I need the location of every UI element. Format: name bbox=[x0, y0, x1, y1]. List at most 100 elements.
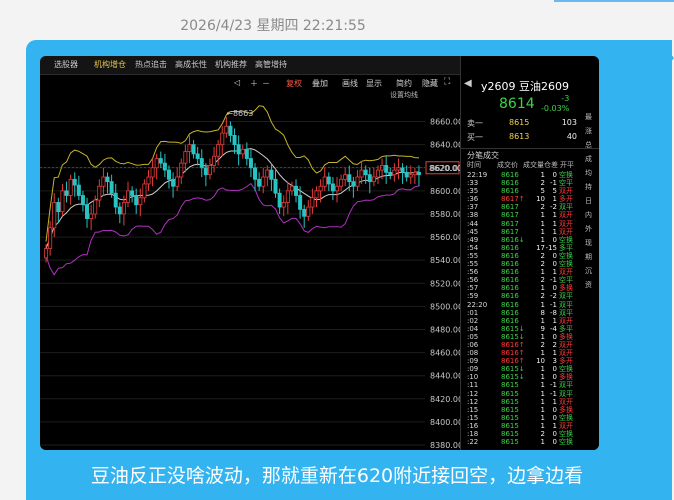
side-label: 期 bbox=[585, 253, 592, 261]
contract-code: y2609 bbox=[481, 80, 516, 93]
add-icon[interactable]: ＋ bbox=[250, 78, 258, 89]
tick-type: 双开 bbox=[559, 219, 573, 228]
tick-oi: 0 bbox=[552, 405, 557, 414]
candle-body bbox=[175, 176, 180, 187]
candle-body bbox=[203, 167, 208, 176]
col-oi: 仓差 bbox=[544, 161, 558, 169]
overlay-button[interactable]: 叠加 bbox=[312, 78, 328, 89]
tick-row: 22:20 8616 1 -1 双平 bbox=[461, 301, 599, 309]
tick-oi: -2 bbox=[550, 203, 557, 212]
candle-body bbox=[146, 176, 151, 185]
back-arrow-icon[interactable]: ◀ bbox=[464, 78, 472, 89]
candle-body bbox=[298, 195, 303, 210]
tick-row: :11 8615 1 -1 双平 bbox=[461, 381, 599, 389]
tick-volume: 1 bbox=[540, 438, 545, 447]
toolbar-item-growth[interactable]: 高成长性 bbox=[175, 59, 207, 70]
tick-row: :36 8617↑ 10 1 多开 bbox=[461, 195, 599, 203]
y-tick-label: 8640.00 bbox=[430, 141, 460, 150]
tick-type: 空换 bbox=[559, 235, 573, 244]
toolbar-item-exec-buy[interactable]: 高管增持 bbox=[255, 59, 287, 70]
display-button[interactable]: 显示 bbox=[366, 78, 382, 89]
order-book: 卖一 8615 103 买一 8613 40 bbox=[461, 118, 599, 146]
tick-list[interactable]: 22:19 8616 1 0 空换:33 8616 2 -1 空平:35 8616 5 5 双开:36 8… bbox=[461, 171, 599, 446]
y-tick-label: 8420.00 bbox=[430, 395, 460, 404]
tick-type: 多开 bbox=[559, 195, 573, 204]
tick-row: :09 8616↑ 10 3 多开 bbox=[461, 357, 599, 365]
candle-body bbox=[392, 169, 397, 176]
candle-body bbox=[68, 178, 73, 196]
candle-body bbox=[52, 202, 57, 229]
minus-icon[interactable]: － bbox=[262, 78, 270, 89]
tick-volume: 1 bbox=[540, 373, 545, 382]
tick-price: 8615 bbox=[501, 381, 519, 390]
simple-button[interactable]: 简约 bbox=[396, 78, 412, 89]
tick-time: :36 bbox=[467, 195, 479, 204]
trading-screenshot[interactable]: 选股器 机构增仓 热点追击 高成长性 机构推荐 高管增持 ◁ ＋ － 复权 叠加… bbox=[40, 56, 599, 450]
hide-button[interactable]: 隐藏 bbox=[422, 78, 438, 89]
tick-time: :18 bbox=[467, 430, 479, 438]
tick-volume: 10 bbox=[536, 357, 545, 366]
tick-oi: 1 bbox=[552, 195, 557, 204]
tick-time: :59 bbox=[467, 292, 479, 301]
tick-oi: 0 bbox=[552, 251, 557, 260]
tick-type: 双开 bbox=[559, 211, 573, 220]
candle-body bbox=[294, 185, 299, 196]
ask-label: 卖一 bbox=[467, 119, 483, 128]
candle-body bbox=[367, 174, 372, 183]
tick-price: 8616 bbox=[501, 260, 519, 269]
candle-body bbox=[56, 202, 61, 213]
tick-type: 多换 bbox=[559, 405, 573, 414]
col-type: 开平 bbox=[560, 161, 574, 169]
candle-body bbox=[44, 248, 49, 259]
tick-type: 双平 bbox=[559, 389, 573, 398]
ask-price: 8615 bbox=[509, 118, 530, 127]
quote-header: ◀ y2609 豆油2609 8614 -3 -0.03% bbox=[461, 74, 599, 116]
tick-price: 8615↓ bbox=[501, 332, 525, 341]
draw-line-button[interactable]: 画线 bbox=[342, 78, 358, 89]
tick-time: :35 bbox=[467, 187, 479, 196]
tick-time: :12 bbox=[467, 389, 479, 398]
candle-body bbox=[314, 190, 319, 199]
tick-volume: 5 bbox=[540, 187, 545, 196]
arrow-left-icon[interactable]: ◁ bbox=[234, 78, 240, 87]
candle-body bbox=[158, 158, 163, 164]
candle-body bbox=[162, 162, 167, 171]
candle-body bbox=[330, 183, 335, 192]
tick-row: :01 8616 8 -8 双平 bbox=[461, 309, 599, 317]
tick-type: 空换 bbox=[559, 438, 573, 447]
tick-volume: 1 bbox=[540, 389, 545, 398]
tick-type: 多换 bbox=[559, 373, 573, 382]
tick-type: 双开 bbox=[559, 187, 573, 196]
tick-oi: 1 bbox=[552, 397, 557, 406]
tick-row: :12 8615 1 -1 双平 bbox=[461, 390, 599, 398]
tick-price: 8616 bbox=[501, 300, 519, 309]
fuquan-button[interactable]: 复权 bbox=[286, 78, 302, 89]
tick-oi: 0 bbox=[552, 171, 557, 179]
tick-oi: 0 bbox=[552, 235, 557, 244]
toolbar-item-stock-picker[interactable]: 选股器 bbox=[54, 59, 78, 70]
toolbar-item-hot[interactable]: 热点追击 bbox=[135, 59, 167, 70]
tick-price: 8616 bbox=[501, 316, 519, 325]
tick-oi: 0 bbox=[552, 365, 557, 374]
tick-type: 空换 bbox=[559, 430, 573, 438]
expand-icon[interactable]: ⛶ bbox=[444, 77, 450, 87]
side-labels: 最涨总成均持日内外现期沉资 bbox=[585, 112, 599, 294]
toolbar-item-inst-add[interactable]: 机构增仓 bbox=[94, 59, 126, 70]
tick-oi: 1 bbox=[552, 268, 557, 277]
toolbar-item-recommend[interactable]: 机构推荐 bbox=[215, 59, 247, 70]
tick-volume: 2 bbox=[540, 251, 545, 260]
candle-body bbox=[261, 176, 266, 187]
tick-oi: -1 bbox=[550, 179, 557, 188]
tick-row: :08 8616↑ 1 1 双开 bbox=[461, 349, 599, 357]
tick-price: 8615 bbox=[501, 438, 519, 447]
tick-price: 8615 bbox=[501, 405, 519, 414]
tick-row: :02 8616 1 1 双开 bbox=[461, 317, 599, 325]
tick-price: 8617 bbox=[501, 211, 519, 220]
tick-time: :06 bbox=[467, 340, 479, 349]
tick-price: 8616 bbox=[501, 179, 519, 188]
tick-row: :55 8616 2 0 空换 bbox=[461, 260, 599, 268]
price-chart[interactable]: 8660.00 8640.00 8620.00 8600.00 8580.00 8560.… bbox=[40, 90, 463, 450]
tick-price: 8615 bbox=[501, 421, 519, 430]
tick-price: 8616 bbox=[501, 187, 519, 196]
tick-row: :12 8615 1 1 双开 bbox=[461, 398, 599, 406]
